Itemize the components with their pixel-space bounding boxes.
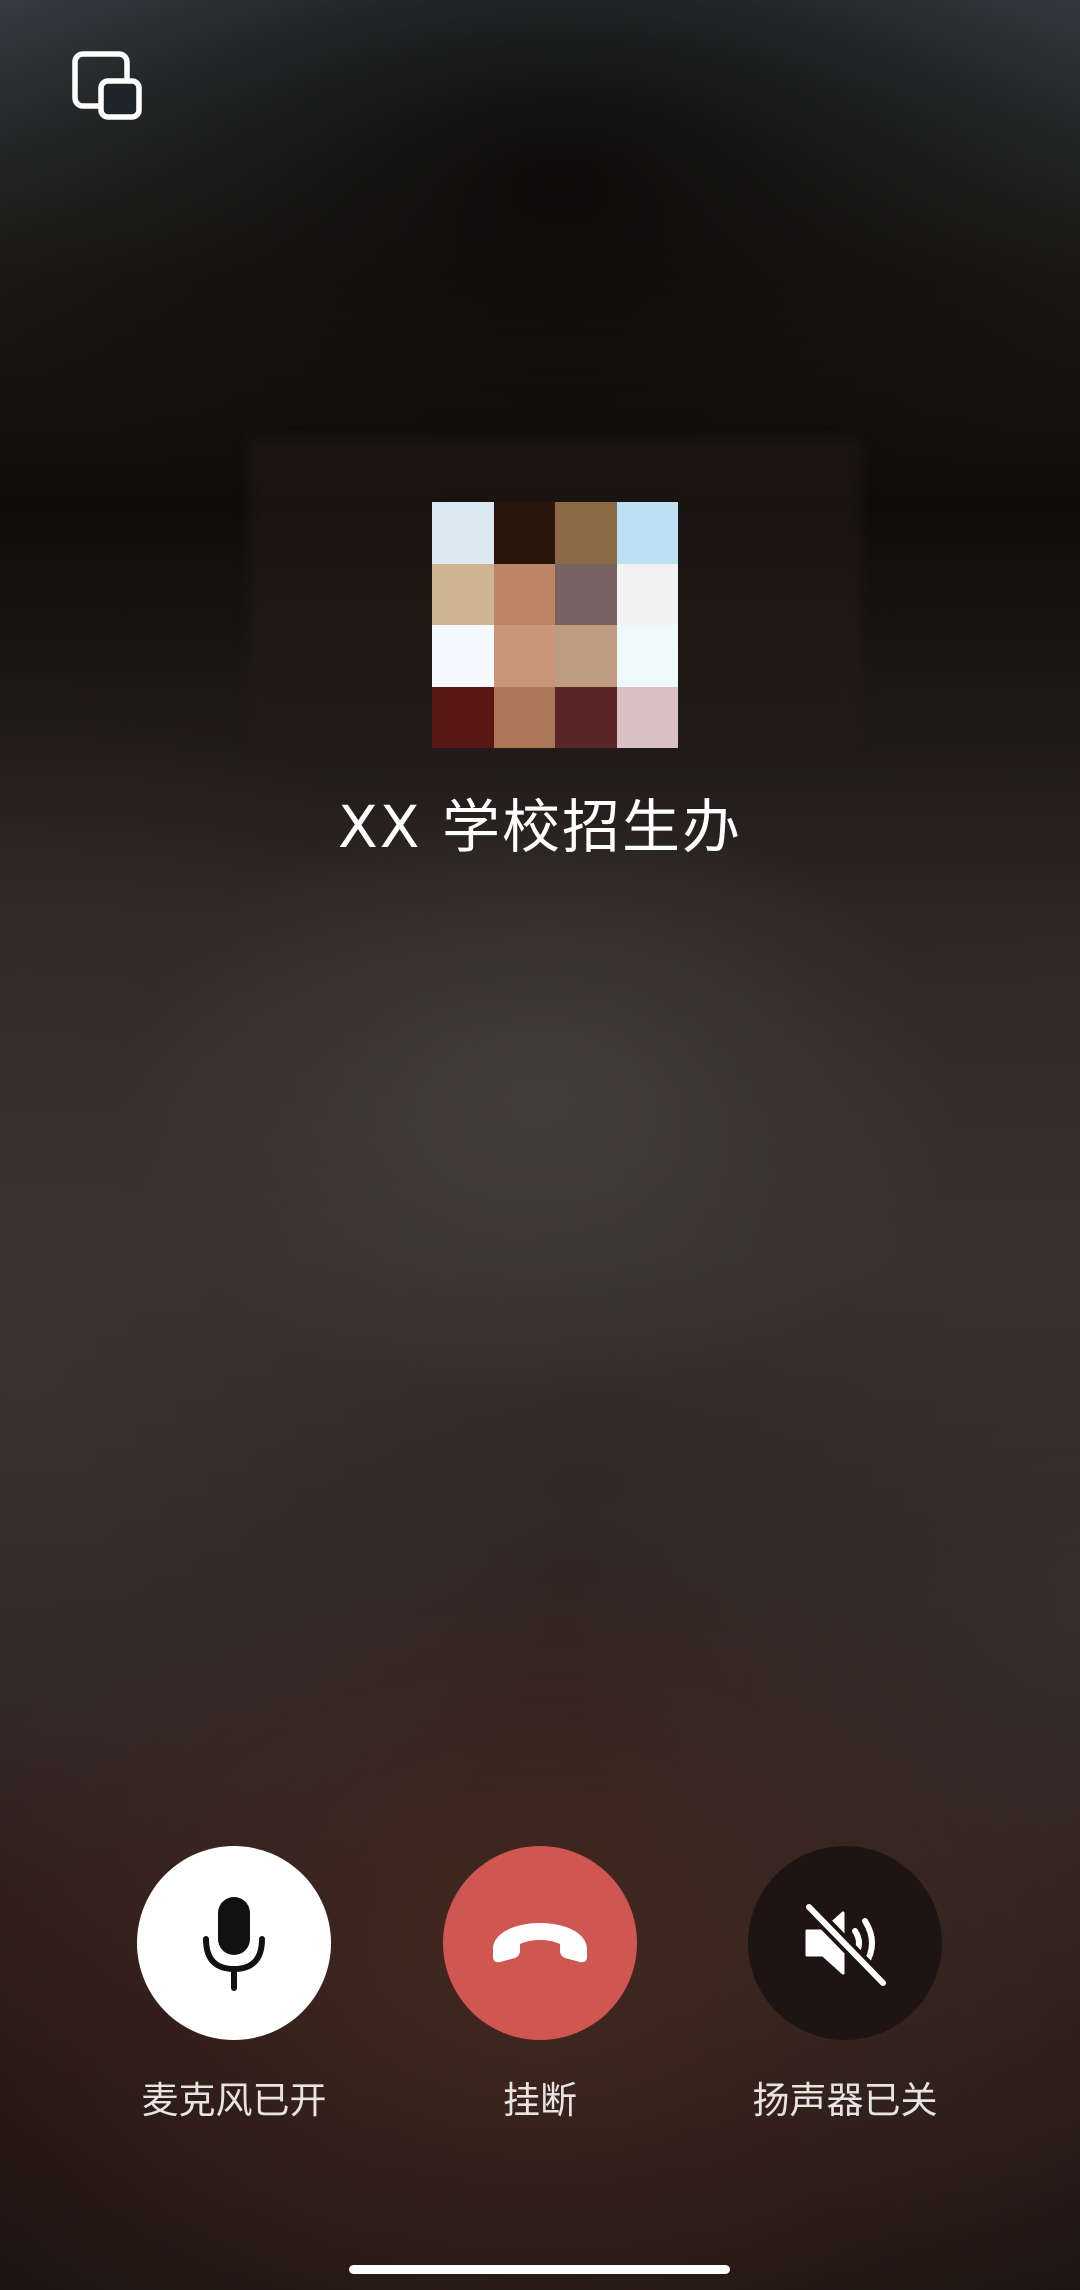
microphone-control: 麦克风已开 xyxy=(84,1846,384,2124)
avatar-pixel xyxy=(493,502,555,564)
picture-in-picture-icon xyxy=(72,51,142,120)
microphone-label: 麦克风已开 xyxy=(141,2079,327,2122)
voice-call-screen: XX 学校招生办 麦克风已开 挂断 扬声器已关 xyxy=(0,0,1080,2290)
avatar-pixel xyxy=(616,625,678,687)
microphone-icon xyxy=(203,1897,265,1991)
speaker-control: 扬声器已关 xyxy=(695,1846,995,2124)
avatar-pixel xyxy=(432,686,494,748)
avatar-pixel xyxy=(432,502,494,564)
minimize-call-button[interactable] xyxy=(70,48,148,126)
avatar-pixel xyxy=(616,686,678,748)
speaker-muted-icon xyxy=(802,1900,890,1990)
avatar-pixel xyxy=(555,625,617,687)
hangup-button[interactable] xyxy=(443,1846,637,2040)
microphone-button[interactable] xyxy=(137,1846,331,2040)
phone-hangup-icon xyxy=(493,1923,587,1963)
caller-name: XX 学校招生办 xyxy=(338,793,742,861)
speaker-button[interactable] xyxy=(748,1846,942,2040)
home-indicator[interactable] xyxy=(349,2265,730,2274)
avatar-pixel xyxy=(493,563,555,625)
hangup-label: 挂断 xyxy=(503,2079,577,2122)
avatar-pixel xyxy=(555,502,617,564)
avatar-pixel xyxy=(493,625,555,687)
avatar-pixel xyxy=(493,686,555,748)
caller-avatar xyxy=(432,502,678,748)
hangup-control: 挂断 xyxy=(390,1846,690,2124)
avatar-pixel xyxy=(555,563,617,625)
avatar-pixel xyxy=(555,686,617,748)
avatar-pixel xyxy=(432,563,494,625)
avatar-pixel xyxy=(616,502,678,564)
avatar-pixel xyxy=(432,625,494,687)
avatar-pixel xyxy=(616,563,678,625)
speaker-label: 扬声器已关 xyxy=(752,2079,938,2122)
